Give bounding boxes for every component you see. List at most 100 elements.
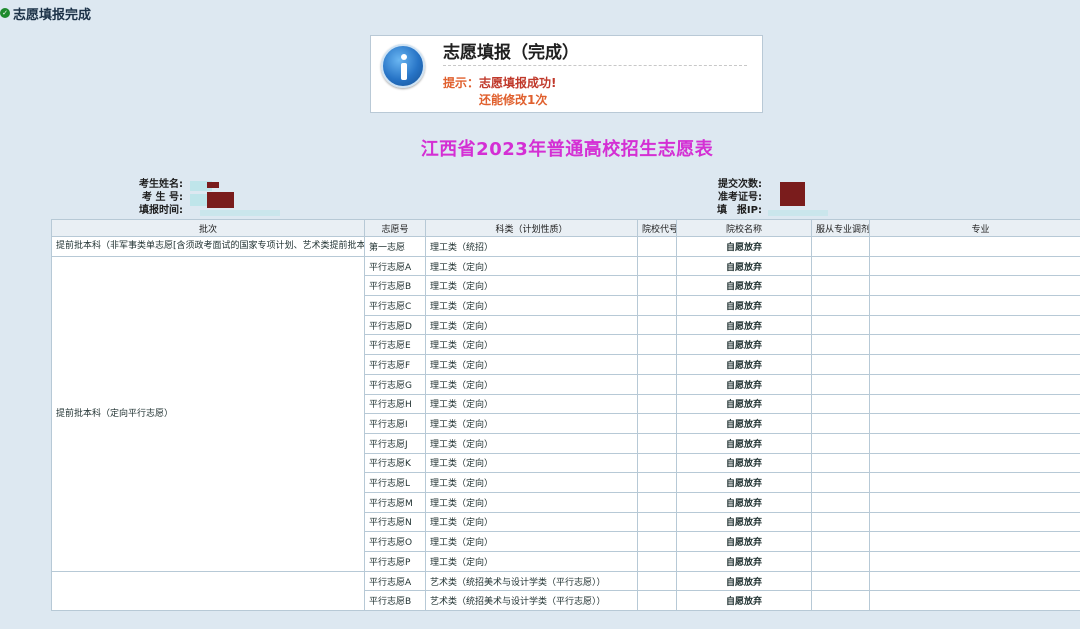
school-name-cell: 自愿放弃: [676, 570, 812, 592]
major-cell: [869, 354, 1080, 375]
volunteer-cell: 平行志愿P: [364, 551, 426, 572]
header-batch: 批次: [51, 219, 365, 237]
redacted-fill-time: [200, 210, 280, 216]
school-name-cell: 自愿放弃: [676, 491, 812, 513]
subject-cell: 理工类（定向）: [425, 373, 638, 395]
fill-ip-label: 填 报IP:: [716, 205, 762, 216]
notice-title: 志愿填报（完成）: [443, 42, 747, 66]
fill-time-label: 填报时间:: [139, 205, 183, 216]
school-code-cell: [637, 432, 677, 454]
table-row: 平行志愿A 艺术类（统招美术与设计学类（平行志愿）） 自愿放弃: [51, 570, 1080, 612]
header-major: 专业: [869, 219, 1080, 237]
accept-adjust-cell: [811, 393, 870, 415]
volunteer-cell: 平行志愿J: [364, 432, 426, 454]
major-cell: [869, 452, 1080, 474]
major-cell: [869, 570, 1080, 592]
subject-cell: 理工类（定向）: [425, 491, 638, 513]
school-name-cell: 自愿放弃: [676, 531, 812, 552]
volunteer-cell: 平行志愿B: [364, 590, 426, 612]
subject-cell: 理工类（定向）: [425, 432, 638, 454]
major-cell: [869, 275, 1080, 297]
subject-cell: 理工类（定向）: [425, 472, 638, 493]
student-info-left: 考生姓名: 考 生 号: 填报时间:: [130, 178, 183, 217]
subject-cell: 理工类（定向）: [425, 255, 638, 277]
school-name-cell: 自愿放弃: [676, 373, 812, 395]
major-cell: [869, 432, 1080, 454]
school-name-cell: 自愿放弃: [676, 314, 812, 336]
school-name-cell: 自愿放弃: [676, 255, 812, 277]
volunteer-cell: 第一志愿: [364, 236, 426, 257]
school-code-cell: [637, 491, 677, 513]
redacted-name-mark: [207, 182, 219, 188]
accept-adjust-cell: [811, 236, 870, 257]
admission-no-label: 准考证号:: [718, 192, 762, 203]
header-accept-adjust: 服从专业调剂: [811, 219, 870, 237]
school-name-cell: 自愿放弃: [676, 354, 812, 375]
school-code-cell: [637, 334, 677, 356]
school-code-cell: [637, 590, 677, 612]
accept-adjust-cell: [811, 590, 870, 612]
accept-adjust-cell: [811, 472, 870, 493]
redacted-exam-id: [207, 192, 234, 208]
volunteer-cell: 平行志愿B: [364, 275, 426, 297]
major-cell: [869, 236, 1080, 257]
major-cell: [869, 393, 1080, 415]
header-subject: 科类（计划性质）: [425, 219, 638, 237]
redacted-fill-ip: [768, 210, 828, 216]
volunteer-cell: 平行志愿A: [364, 255, 426, 277]
school-code-cell: [637, 413, 677, 434]
volunteer-cell: 平行志愿D: [364, 314, 426, 336]
major-cell: [869, 314, 1080, 336]
school-name-cell: 自愿放弃: [676, 551, 812, 572]
volunteer-cell: 平行志愿C: [364, 295, 426, 316]
notice-message-remaining: 还能修改1次: [479, 93, 548, 107]
school-code-cell: [637, 551, 677, 572]
subject-cell: 理工类（定向）: [425, 334, 638, 356]
accept-adjust-cell: [811, 275, 870, 297]
status-bar: ✓ 志愿填报完成: [0, 3, 91, 23]
major-cell: [869, 511, 1080, 533]
school-code-cell: [637, 314, 677, 336]
volunteer-cell: 平行志愿G: [364, 373, 426, 395]
batch-cell: [51, 570, 365, 612]
subject-cell: 理工类（定向）: [425, 393, 638, 415]
check-icon: ✓: [0, 8, 10, 18]
accept-adjust-cell: [811, 314, 870, 336]
volunteer-cell: 平行志愿M: [364, 491, 426, 513]
school-code-cell: [637, 452, 677, 474]
subject-cell: 理工类（定向）: [425, 551, 638, 572]
subject-cell: 理工类（定向）: [425, 511, 638, 533]
accept-adjust-cell: [811, 491, 870, 513]
volunteer-table: 批次 志愿号 科类（计划性质） 院校代号 院校名称 服从专业调剂 专业 提前批本…: [51, 219, 1080, 612]
subject-cell: 理工类（定向）: [425, 314, 638, 336]
redacted-admission-no: [780, 182, 805, 206]
major-cell: [869, 413, 1080, 434]
subject-cell: 艺术类（统招美术与设计学类（平行志愿））: [425, 570, 638, 592]
subject-cell: 理工类（定向）: [425, 413, 638, 434]
school-name-cell: 自愿放弃: [676, 295, 812, 316]
school-code-cell: [637, 393, 677, 415]
major-cell: [869, 334, 1080, 356]
accept-adjust-cell: [811, 452, 870, 474]
batch-cell: 提前批本科（非军事类单志愿[含须政考面试的国家专项计划、艺术类提前批本科单志愿]…: [51, 236, 365, 257]
major-cell: [869, 551, 1080, 572]
header-school-code: 院校代号: [637, 219, 677, 237]
accept-adjust-cell: [811, 295, 870, 316]
batch-cell: 提前批本科（定向平行志愿）: [51, 255, 365, 572]
school-code-cell: [637, 531, 677, 552]
volunteer-cell: 平行志愿K: [364, 452, 426, 474]
school-name-cell: 自愿放弃: [676, 452, 812, 474]
subject-cell: 理工类（定向）: [425, 354, 638, 375]
accept-adjust-cell: [811, 570, 870, 592]
school-code-cell: [637, 275, 677, 297]
volunteer-cell: 平行志愿E: [364, 334, 426, 356]
table-header-row: 批次 志愿号 科类（计划性质） 院校代号 院校名称 服从专业调剂 专业: [51, 219, 1080, 237]
accept-adjust-cell: [811, 373, 870, 395]
header-school-name: 院校名称: [676, 219, 812, 237]
volunteer-cell: 平行志愿L: [364, 472, 426, 493]
subject-cell: 艺术类（统招美术与设计学类（平行志愿））: [425, 590, 638, 612]
subject-cell: 理工类（定向）: [425, 275, 638, 297]
volunteer-cell: 平行志愿N: [364, 511, 426, 533]
school-code-cell: [637, 255, 677, 277]
school-code-cell: [637, 472, 677, 493]
